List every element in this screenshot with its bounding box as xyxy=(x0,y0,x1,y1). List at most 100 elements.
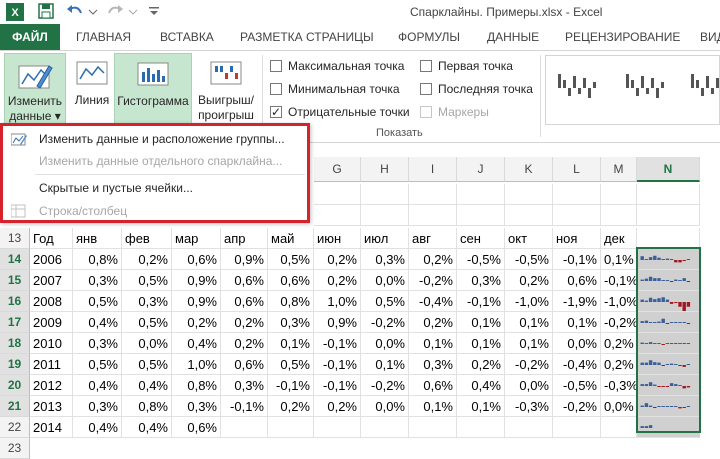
value-cell[interactable]: 0,1% xyxy=(457,333,505,354)
value-cell[interactable]: 0,8% xyxy=(73,249,122,270)
row-header[interactable]: 13 xyxy=(0,228,30,249)
empty-cell[interactable] xyxy=(601,184,637,205)
value-cell[interactable]: 0,5% xyxy=(122,270,172,291)
tab-file[interactable]: ФАЙЛ xyxy=(0,24,60,50)
value-cell[interactable]: 0,5% xyxy=(122,354,172,375)
customize-toolbar-icon[interactable] xyxy=(146,3,162,19)
header-cell-oct[interactable]: окт xyxy=(505,228,553,249)
column-header-m[interactable]: M xyxy=(601,157,637,182)
empty-cell[interactable] xyxy=(457,205,505,226)
last-point-checkbox[interactable]: Последняя точка xyxy=(420,81,533,97)
header-cell-nov[interactable]: ноя xyxy=(553,228,601,249)
empty-cell[interactable] xyxy=(505,184,553,205)
row-header[interactable]: 17 xyxy=(0,312,30,333)
value-cell[interactable]: 0,5% xyxy=(122,312,172,333)
tab-data[interactable]: ДАННЫЕ xyxy=(487,30,539,44)
value-cell[interactable]: 0,2% xyxy=(122,249,172,270)
value-cell[interactable]: 0,6% xyxy=(221,354,268,375)
column-header-h[interactable]: H xyxy=(361,157,409,182)
tab-view[interactable]: ВИД xyxy=(700,30,720,44)
menu-item-switch-row-column[interactable]: Строка/столбец xyxy=(3,200,307,222)
value-cell[interactable]: 0,3% xyxy=(221,375,268,396)
header-cell-jul[interactable]: июл xyxy=(361,228,409,249)
row-header[interactable]: 15 xyxy=(0,270,30,291)
value-cell[interactable]: 0,8% xyxy=(268,291,314,312)
empty-cell[interactable] xyxy=(409,205,457,226)
value-cell[interactable]: 0,3% xyxy=(457,270,505,291)
value-cell[interactable]: 0,8% xyxy=(172,375,221,396)
excel-logo-icon[interactable]: X xyxy=(6,3,24,21)
high-point-checkbox[interactable]: Максимальная точка xyxy=(270,58,404,74)
empty-cell[interactable] xyxy=(314,184,361,205)
value-cell[interactable]: 0,4% xyxy=(172,333,221,354)
value-cell[interactable]: -0,2% xyxy=(505,354,553,375)
tab-review[interactable]: РЕЦЕНЗИРОВАНИЕ xyxy=(565,30,680,44)
sparkline-cell[interactable] xyxy=(637,333,700,354)
value-cell[interactable]: 0,0% xyxy=(361,396,409,417)
value-cell[interactable]: 0,9% xyxy=(314,312,361,333)
undo-icon[interactable] xyxy=(66,3,84,19)
value-cell[interactable]: 0,3% xyxy=(73,333,122,354)
value-cell[interactable] xyxy=(601,417,637,438)
sparkline-cell[interactable] xyxy=(637,354,700,375)
value-cell[interactable]: 0,1% xyxy=(457,312,505,333)
low-point-checkbox[interactable]: Минимальная точка xyxy=(270,81,400,97)
sparkline-winloss-button[interactable]: Выигрыш/проигрыш xyxy=(194,53,258,125)
value-cell[interactable]: 0,3% xyxy=(409,354,457,375)
value-cell[interactable] xyxy=(409,417,457,438)
header-cell-sep[interactable]: сен xyxy=(457,228,505,249)
sparkline-column-button[interactable]: Гистограмма xyxy=(114,53,192,125)
sparkline-cell[interactable] xyxy=(637,270,700,291)
value-cell[interactable]: 0,4% xyxy=(73,375,122,396)
value-cell[interactable]: 0,4% xyxy=(73,417,122,438)
value-cell[interactable]: 0,0% xyxy=(361,270,409,291)
empty-cell[interactable] xyxy=(637,184,700,205)
value-cell[interactable]: 0,2% xyxy=(221,333,268,354)
sparkline-cell[interactable] xyxy=(637,249,700,270)
value-cell[interactable]: -0,2% xyxy=(601,312,637,333)
column-header-n[interactable]: N xyxy=(637,157,700,182)
year-cell[interactable]: 2011 xyxy=(30,354,73,375)
sparkline-cell[interactable] xyxy=(637,396,700,417)
value-cell[interactable]: 0,1% xyxy=(505,312,553,333)
value-cell[interactable]: 0,9% xyxy=(172,270,221,291)
value-cell[interactable]: -0,1% xyxy=(314,375,361,396)
value-cell[interactable]: -1,9% xyxy=(553,291,601,312)
value-cell[interactable]: 0,2% xyxy=(409,312,457,333)
year-cell[interactable]: 2013 xyxy=(30,396,73,417)
value-cell[interactable]: -0,4% xyxy=(553,354,601,375)
value-cell[interactable]: 0,6% xyxy=(221,270,268,291)
value-cell[interactable]: 0,2% xyxy=(314,270,361,291)
value-cell[interactable]: 0,2% xyxy=(601,333,637,354)
row-header[interactable]: 21 xyxy=(0,396,30,417)
value-cell[interactable]: 0,2% xyxy=(314,396,361,417)
value-cell[interactable]: 0,0% xyxy=(122,333,172,354)
header-cell-may[interactable]: май xyxy=(268,228,314,249)
header-cell-apr[interactable]: апр xyxy=(221,228,268,249)
header-cell-dec[interactable]: дек xyxy=(601,228,637,249)
negative-points-checkbox[interactable]: Отрицательные точки xyxy=(270,104,410,120)
value-cell[interactable]: 0,2% xyxy=(601,354,637,375)
tab-page-layout[interactable]: РАЗМЕТКА СТРАНИЦЫ xyxy=(240,30,374,44)
value-cell[interactable]: 0,5% xyxy=(73,291,122,312)
empty-cell[interactable] xyxy=(361,205,409,226)
sparkline-line-button[interactable]: Линия xyxy=(70,53,114,125)
value-cell[interactable]: -0,2% xyxy=(361,312,409,333)
value-cell[interactable]: -1,0% xyxy=(505,291,553,312)
value-cell[interactable]: 0,6% xyxy=(172,249,221,270)
row-header[interactable]: 19 xyxy=(0,354,30,375)
year-cell[interactable]: 2006 xyxy=(30,249,73,270)
tab-formulas[interactable]: ФОРМУЛЫ xyxy=(398,30,460,44)
value-cell[interactable]: 0,0% xyxy=(553,333,601,354)
value-cell[interactable]: -0,3% xyxy=(601,375,637,396)
value-cell[interactable] xyxy=(221,417,268,438)
sparkline-style-gallery[interactable] xyxy=(545,55,720,125)
value-cell[interactable]: 0,8% xyxy=(122,396,172,417)
value-cell[interactable]: 0,1% xyxy=(409,333,457,354)
value-cell[interactable]: 0,1% xyxy=(601,249,637,270)
value-cell[interactable]: 0,5% xyxy=(268,249,314,270)
year-cell[interactable]: 2008 xyxy=(30,291,73,312)
value-cell[interactable]: -0,2% xyxy=(553,396,601,417)
value-cell[interactable]: 0,9% xyxy=(172,291,221,312)
value-cell[interactable]: -0,1% xyxy=(221,396,268,417)
